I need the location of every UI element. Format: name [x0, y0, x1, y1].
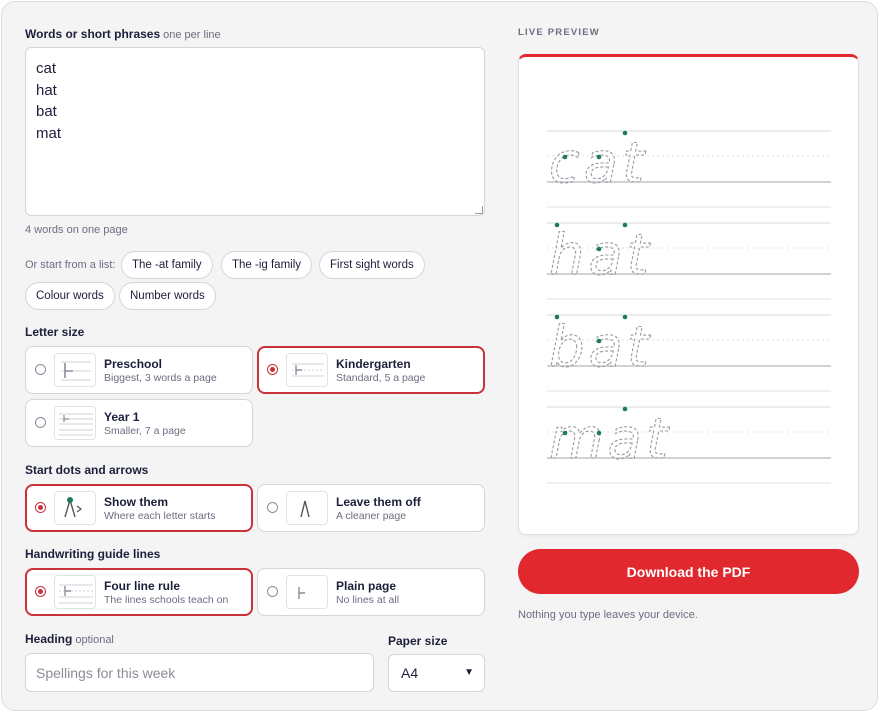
start-dot: [596, 430, 602, 436]
traced-word: hat: [549, 223, 653, 288]
download-pdf-button[interactable]: Download the PDF: [518, 549, 859, 594]
option-title: Four line rule: [104, 579, 181, 593]
preview-word-row: cat: [547, 130, 831, 208]
option-desc: Smaller, 7 a page: [104, 425, 186, 437]
option-title: Leave them off: [336, 495, 421, 509]
starter-lists-label: Or start from a list:: [25, 259, 116, 271]
guide-lines-thumbnail-icon: [54, 575, 96, 609]
traced-word: bat: [549, 315, 653, 380]
start-dot: [622, 222, 628, 228]
radio-icon[interactable]: [35, 364, 46, 375]
privacy-note: Nothing you type leaves your device.: [518, 609, 698, 621]
chip-number-words[interactable]: Number words: [119, 282, 216, 310]
letter-size-year-1[interactable]: Year 1 Smaller, 7 a page: [25, 399, 253, 447]
option-title: Show them: [104, 495, 169, 509]
preview-canvas: cat hat bat mat: [547, 130, 831, 484]
start-dot: [562, 430, 568, 436]
preview-word-row: mat: [547, 406, 831, 484]
option-desc: Biggest, 3 words a page: [104, 372, 217, 384]
chip-ig-family[interactable]: The -ig family: [221, 251, 313, 279]
start-dot: [622, 130, 628, 136]
radio-icon[interactable]: [267, 502, 278, 513]
words-label: Words or short phrases one per line: [25, 27, 221, 41]
option-desc: No lines at all: [336, 594, 400, 606]
option-title: Year 1: [104, 410, 140, 424]
word-count-text: 4 words on one page: [25, 224, 128, 236]
start-dots-show[interactable]: Show them Where each letter starts: [25, 484, 253, 532]
radio-icon[interactable]: [35, 417, 46, 428]
radio-icon[interactable]: [267, 586, 278, 597]
start-dot-arrow-icon: [54, 491, 96, 525]
start-dot: [554, 314, 560, 320]
preview-word-row: hat: [547, 222, 831, 300]
preview-word-row: bat: [547, 314, 831, 392]
plain-letter-icon: [286, 491, 328, 525]
chip-at-family[interactable]: The -at family: [121, 251, 213, 279]
preview-label: LIVE PREVIEW: [518, 27, 600, 38]
letter-size-preschool[interactable]: Preschool Biggest, 3 words a page: [25, 346, 253, 394]
radio-selected-icon[interactable]: [35, 502, 46, 513]
paper-size-value: A4: [401, 665, 419, 681]
heading-hint: optional: [75, 634, 114, 646]
option-desc: Standard, 5 a page: [336, 372, 426, 384]
letter-size-kindergarten[interactable]: Kindergarten Standard, 5 a page: [257, 346, 485, 394]
option-desc: The lines schools teach on: [104, 594, 229, 606]
start-dot: [554, 222, 560, 228]
words-textarea[interactable]: cat hat bat mat: [25, 47, 485, 216]
start-dot: [622, 314, 628, 320]
letter-size-label: Letter size: [25, 325, 85, 339]
start-dot: [596, 338, 602, 344]
heading-input[interactable]: [25, 653, 374, 692]
guide-lines-four-line[interactable]: Four line rule The lines schools teach o…: [25, 568, 253, 616]
app-frame: Words or short phrases one per line cat h…: [1, 1, 878, 711]
traced-word: cat: [549, 131, 648, 196]
option-title: Preschool: [104, 357, 163, 371]
paper-size-select[interactable]: A4 ▼: [388, 654, 485, 692]
guide-lines-label: Handwriting guide lines: [25, 547, 161, 561]
start-dot: [596, 154, 602, 160]
guide-lines-thumbnail-icon: [54, 406, 96, 440]
option-title: Kindergarten: [336, 357, 411, 371]
words-hint: one per line: [163, 29, 221, 41]
guide-lines-thumbnail-icon: [54, 353, 96, 387]
radio-selected-icon[interactable]: [267, 364, 278, 375]
traced-word: mat: [549, 407, 672, 472]
option-desc: Where each letter starts: [104, 510, 216, 522]
resize-handle-icon[interactable]: [475, 206, 483, 214]
chip-colour-words[interactable]: Colour words: [25, 282, 115, 310]
radio-selected-icon[interactable]: [35, 586, 46, 597]
start-dot: [622, 406, 628, 412]
chip-first-sight-words[interactable]: First sight words: [319, 251, 425, 279]
preview-sheet: cat hat bat mat: [518, 54, 859, 535]
paper-size-label: Paper size: [388, 634, 448, 648]
chevron-down-icon: ▼: [464, 667, 474, 678]
start-dot: [596, 246, 602, 252]
start-dot: [562, 154, 568, 160]
start-dots-off[interactable]: Leave them off A cleaner page: [257, 484, 485, 532]
option-desc: A cleaner page: [336, 510, 407, 522]
plain-page-icon: [286, 575, 328, 609]
guide-lines-plain[interactable]: Plain page No lines at all: [257, 568, 485, 616]
option-title: Plain page: [336, 579, 397, 593]
heading-label: Heading optional: [25, 632, 114, 646]
start-dots-label: Start dots and arrows: [25, 463, 149, 477]
guide-lines-thumbnail-icon: [286, 353, 328, 387]
